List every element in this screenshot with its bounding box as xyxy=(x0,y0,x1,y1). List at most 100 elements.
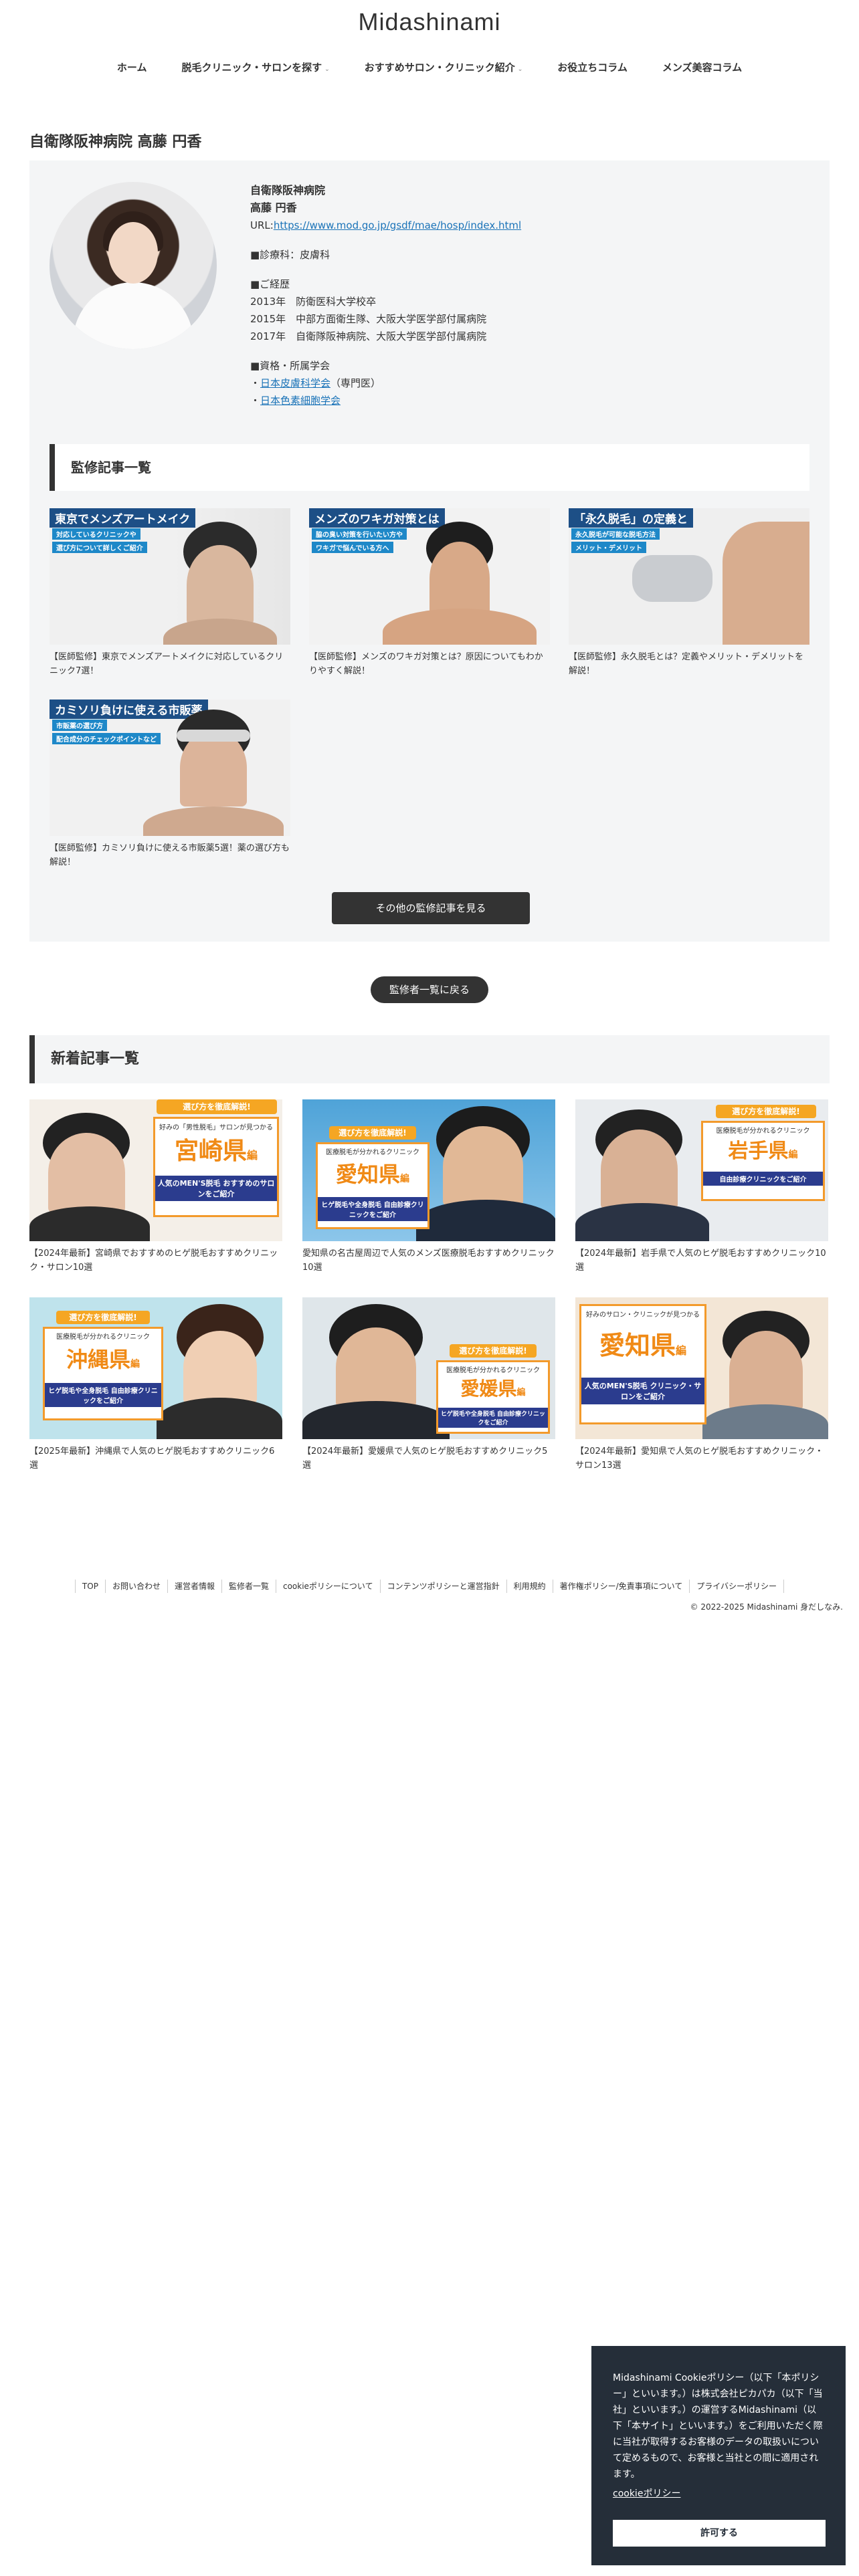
article-thumbnail[interactable]: 選び方を徹底解説! 医療脱毛が分かれるクリニック 沖縄県編 ヒゲ脱毛や全身脱毛 … xyxy=(29,1297,282,1439)
thumb-pref-title: 沖縄県編 xyxy=(45,1341,161,1383)
nav-column[interactable]: お役立ちコラム xyxy=(540,58,645,80)
career-title: ■ご経歴 xyxy=(250,278,290,290)
chevron-down-icon: ⌄ xyxy=(517,66,523,73)
thumb-pref-title: 宮崎県編 xyxy=(155,1132,277,1176)
article-title[interactable]: 【2024年最新】岩手県で人気のヒゲ脱毛おすすめクリニック10選 xyxy=(575,1247,828,1275)
global-nav: ホーム 脱毛クリニック・サロンを探す ⌄ おすすめサロン・クリニック紹介 ⌄ お役立… xyxy=(0,58,859,80)
new-article-card[interactable]: 好みのサロン・クリニックが見つかる 愛知県編 人気のMEN'S脱毛 クリニック・… xyxy=(575,1297,828,1473)
thumb-tag: 脇の臭い対策を行いたい方や xyxy=(312,528,407,540)
thumb-sub: ヒゲ脱毛や全身脱毛 自由診療クリニックをご紹介 xyxy=(45,1383,161,1407)
url-label: URL: xyxy=(250,219,274,231)
more-supervised-button[interactable]: その他の監修記事を見る xyxy=(332,892,530,924)
thumb-tag: 配合成分のチェックポイントなど xyxy=(52,733,161,744)
article-title[interactable]: 【2025年最新】沖縄県で人気のヒゲ脱毛おすすめクリニック6選 xyxy=(29,1444,282,1473)
article-thumbnail[interactable]: 東京でメンズアートメイク 対応しているクリニックや 選び方について詳しくご紹介 xyxy=(50,508,290,645)
new-article-card[interactable]: 選び方を徹底解説! 医療脱毛が分かれるクリニック 愛知県編 ヒゲ脱毛や全身脱毛 … xyxy=(302,1099,555,1275)
career-item: 2013年 防衛医科大学校卒 xyxy=(250,296,377,308)
thumb-banner: メンズのワキガ対策とは xyxy=(309,508,445,528)
thumb-tag: 選び方について詳しくご紹介 xyxy=(52,542,147,553)
supervised-article-card[interactable]: メンズのワキガ対策とは 脇の臭い対策を行いたい方や ワキガで悩んでいる方へ 【医… xyxy=(309,508,550,678)
nav-label: ホーム xyxy=(116,62,147,74)
chevron-down-icon: ⌄ xyxy=(324,66,330,73)
new-article-card[interactable]: 選び方を徹底解説! 医療脱毛が分かれるクリニック 沖縄県編 ヒゲ脱毛や全身脱毛 … xyxy=(29,1297,282,1473)
thumb-sub: 好みのサロン・クリニックが見つかる xyxy=(586,1311,700,1319)
thumb-sub: 医療脱毛が分かれるクリニック xyxy=(56,1333,150,1341)
thumb-sub: 好みの「男性脱毛」サロンが見つかる xyxy=(159,1124,273,1132)
thumb-ribbon: 選び方を徹底解説! xyxy=(157,1099,277,1114)
article-title[interactable]: 【医師監修】カミソリ負けに使える市販薬5選！薬の選び方も解説！ xyxy=(50,841,290,869)
supervised-articles-heading: 監修記事一覧 xyxy=(50,444,809,491)
back-to-supervisors-button[interactable]: 監修者一覧に戻る xyxy=(371,976,488,1003)
thumb-sub: ヒゲ脱毛や全身脱毛 自由診療クリニックをご紹介 xyxy=(318,1197,427,1221)
thumb-pref-title: 愛知県編 xyxy=(318,1156,427,1197)
hospital-name: 自衛隊阪神病院 xyxy=(250,184,326,197)
article-title[interactable]: 【2024年最新】愛知県で人気のヒゲ脱毛おすすめクリニック・サロン13選 xyxy=(575,1444,828,1473)
footer-link-contact[interactable]: お問い合わせ xyxy=(106,1580,168,1593)
article-thumbnail[interactable]: 選び方を徹底解説! 医療脱毛が分かれるクリニック 愛媛県編 ヒゲ脱毛や全身脱毛 … xyxy=(302,1297,555,1439)
article-title[interactable]: 愛知県の名古屋周辺で人気のメンズ医療脱毛おすすめクリニック10選 xyxy=(302,1247,555,1275)
pref-name: 愛知県 xyxy=(599,1331,676,1360)
footer-link-copyright[interactable]: 著作権ポリシー/免責事項について xyxy=(553,1580,690,1593)
article-thumbnail[interactable]: 選び方を徹底解説! 好みの「男性脱毛」サロンが見つかる 宮崎県編 人気のMEN'… xyxy=(29,1099,282,1241)
thumb-sub: 自由診療クリニックをご紹介 xyxy=(703,1172,823,1186)
nav-mens-beauty[interactable]: メンズ美容コラム xyxy=(645,58,759,80)
supervised-article-card[interactable]: カミソリ負けに使える市販薬 市販薬の選び方 配合成分のチェックポイントなど 【医… xyxy=(50,700,290,869)
thumb-tag: ワキガで悩んでいる方へ xyxy=(312,542,393,553)
copyright: © 2022-2025 Midashinami 身だしなみ. xyxy=(690,1602,844,1612)
footer-link-top[interactable]: TOP xyxy=(74,1580,106,1593)
thumb-pref-box: 医療脱毛が分かれるクリニック 愛媛県編 ヒゲ脱毛や全身脱毛 自由診療クリニックを… xyxy=(436,1360,550,1434)
thumb-ribbon: 選び方を徹底解説! xyxy=(329,1126,416,1140)
new-article-card[interactable]: 選び方を徹底解説! 医療脱毛が分かれるクリニック 愛媛県編 ヒゲ脱毛や全身脱毛 … xyxy=(302,1297,555,1473)
society-link-pigment-cell[interactable]: 日本色素細胞学会 xyxy=(260,395,341,407)
thumb-pref-box: 医療脱毛が分かれるクリニック 愛知県編 ヒゲ脱毛や全身脱毛 自由診療クリニックを… xyxy=(316,1142,430,1229)
hospital-url-link[interactable]: https://www.mod.go.jp/gsdf/mae/hosp/inde… xyxy=(274,219,521,231)
thumb-pref-box: 医療脱毛が分かれるクリニック 岩手県編 自由診療クリニックをご紹介 xyxy=(701,1121,825,1201)
qualification-item: ・日本皮膚科学会（専門医） xyxy=(250,374,799,392)
pref-suffix: 編 xyxy=(516,1388,526,1398)
article-title[interactable]: 【医師監修】東京でメンズアートメイクに対応しているクリニック7選！ xyxy=(50,650,290,678)
society-link-dermatology[interactable]: 日本皮膚科学会 xyxy=(260,377,330,389)
pref-name: 宮崎県 xyxy=(174,1138,247,1165)
article-thumbnail[interactable]: 「永久脱毛」の定義と 永久脱毛が可能な脱毛方法 メリット・デメリット xyxy=(569,508,809,645)
thumb-sub: 医療脱毛が分かれるクリニック xyxy=(326,1149,419,1156)
site-title[interactable]: Midashinami xyxy=(0,8,859,36)
footer-link-privacy[interactable]: プライバシーポリシー xyxy=(690,1580,785,1593)
article-title[interactable]: 【2024年最新】宮崎県でおすすめのヒゲ脱毛おすすめクリニック・サロン10選 xyxy=(29,1247,282,1275)
nav-find-clinic[interactable]: 脱毛クリニック・サロンを探す ⌄ xyxy=(164,58,347,80)
pref-name: 愛知県 xyxy=(335,1162,400,1187)
career-item: 2017年 自衛隊阪神病院、大阪大学医学部付属病院 xyxy=(250,330,487,342)
article-thumbnail[interactable]: 選び方を徹底解説! 医療脱毛が分かれるクリニック 愛知県編 ヒゲ脱毛や全身脱毛 … xyxy=(302,1099,555,1241)
article-thumbnail[interactable]: 好みのサロン・クリニックが見つかる 愛知県編 人気のMEN'S脱毛 クリニック・… xyxy=(575,1297,828,1439)
article-thumbnail[interactable]: 選び方を徹底解説! 医療脱毛が分かれるクリニック 岩手県編 自由診療クリニックを… xyxy=(575,1099,828,1241)
doctor-profile: 自衛隊阪神病院 高藤 円香 URL:https://www.mod.go.jp/… xyxy=(250,182,799,409)
article-title[interactable]: 【医師監修】メンズのワキガ対策とは？原因についてもわかりやすく解説！ xyxy=(309,650,550,678)
footer-link-cookie[interactable]: cookieポリシーについて xyxy=(276,1580,381,1593)
article-title[interactable]: 【医師監修】永久脱毛とは？定義やメリット・デメリットを解説！ xyxy=(569,650,809,678)
pref-suffix: 編 xyxy=(247,1149,258,1162)
article-title[interactable]: 【2024年最新】愛媛県で人気のヒゲ脱毛おすすめクリニック5選 xyxy=(302,1444,555,1473)
thumb-sub: 人気のMEN'S脱毛 クリニック・サロンをご紹介 xyxy=(581,1378,704,1404)
cookie-policy-link[interactable]: cookieポリシー xyxy=(613,2486,826,2500)
new-article-card[interactable]: 選び方を徹底解説! 医療脱毛が分かれるクリニック 岩手県編 自由診療クリニックを… xyxy=(575,1099,828,1275)
article-thumbnail[interactable]: メンズのワキガ対策とは 脇の臭い対策を行いたい方や ワキガで悩んでいる方へ xyxy=(309,508,550,645)
footer-link-content-policy[interactable]: コンテンツポリシーと運営指針 xyxy=(381,1580,507,1593)
doctor-name: 高藤 円香 xyxy=(250,201,297,214)
new-article-card[interactable]: 選び方を徹底解説! 好みの「男性脱毛」サロンが見つかる 宮崎県編 人気のMEN'… xyxy=(29,1099,282,1275)
thumb-pref-box: 好みのサロン・クリニックが見つかる 愛知県編 人気のMEN'S脱毛 クリニック・… xyxy=(579,1304,706,1424)
supervised-article-card[interactable]: 東京でメンズアートメイク 対応しているクリニックや 選び方について詳しくご紹介 … xyxy=(50,508,290,678)
nav-home[interactable]: ホーム xyxy=(100,58,165,80)
footer-link-operator[interactable]: 運営者情報 xyxy=(168,1580,222,1593)
nav-recommended[interactable]: おすすめサロン・クリニック紹介 ⌄ xyxy=(347,58,541,80)
footer-link-terms[interactable]: 利用規約 xyxy=(507,1580,553,1593)
thumb-ribbon: 選び方を徹底解説! xyxy=(450,1344,537,1358)
supervised-article-card[interactable]: 「永久脱毛」の定義と 永久脱毛が可能な脱毛方法 メリット・デメリット 【医師監修… xyxy=(569,508,809,678)
doctor-avatar xyxy=(50,182,217,349)
cookie-accept-button[interactable]: 許可する xyxy=(613,2520,826,2547)
thumb-pref-box: 医療脱毛が分かれるクリニック 沖縄県編 ヒゲ脱毛や全身脱毛 自由診療クリニックを… xyxy=(43,1327,163,1420)
department: ■診療科：皮膚科 xyxy=(250,249,330,261)
qualification-item: ・日本色素細胞学会 xyxy=(250,392,799,409)
nav-label: メンズ美容コラム xyxy=(662,62,743,74)
footer-link-supervisors[interactable]: 監修者一覧 xyxy=(222,1580,276,1593)
thumb-banner: カミソリ負けに使える市販薬 xyxy=(50,700,208,719)
article-thumbnail[interactable]: カミソリ負けに使える市販薬 市販薬の選び方 配合成分のチェックポイントなど xyxy=(50,700,290,836)
